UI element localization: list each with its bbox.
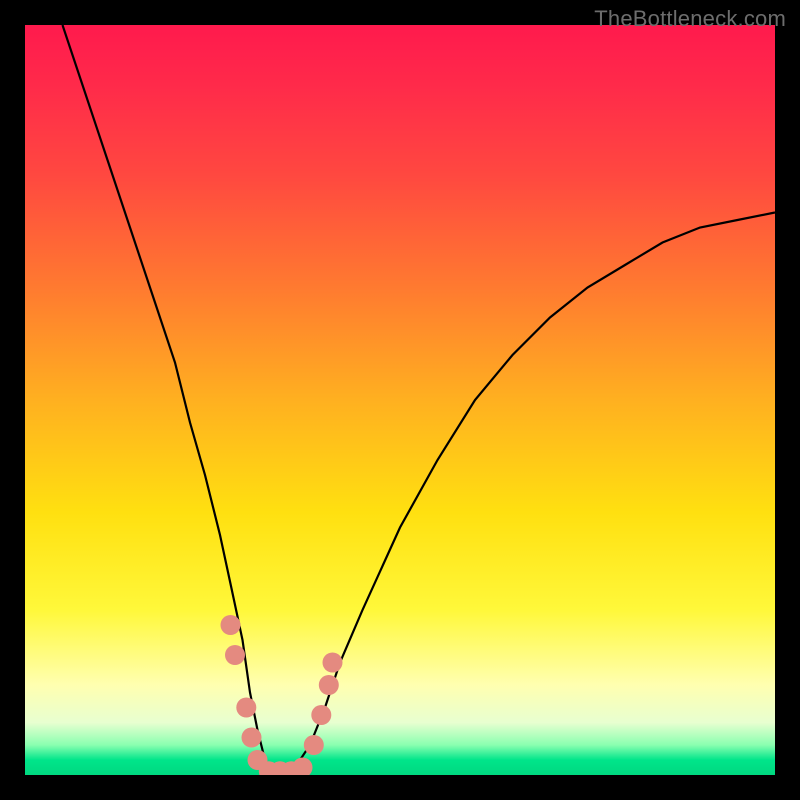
highlighted-points-group — [221, 615, 343, 775]
highlight-dot — [236, 698, 256, 718]
highlight-dot — [293, 758, 313, 776]
highlight-dot — [304, 735, 324, 755]
highlight-dot — [323, 653, 343, 673]
highlight-dot — [311, 705, 331, 725]
watermark-text: TheBottleneck.com — [594, 6, 786, 32]
plot-area — [25, 25, 775, 775]
highlight-dot — [319, 675, 339, 695]
chart-svg — [25, 25, 775, 775]
chart-frame: TheBottleneck.com — [0, 0, 800, 800]
highlight-dot — [225, 645, 245, 665]
highlight-dot — [221, 615, 241, 635]
highlight-dot — [242, 728, 262, 748]
bottleneck-curve — [63, 25, 776, 775]
